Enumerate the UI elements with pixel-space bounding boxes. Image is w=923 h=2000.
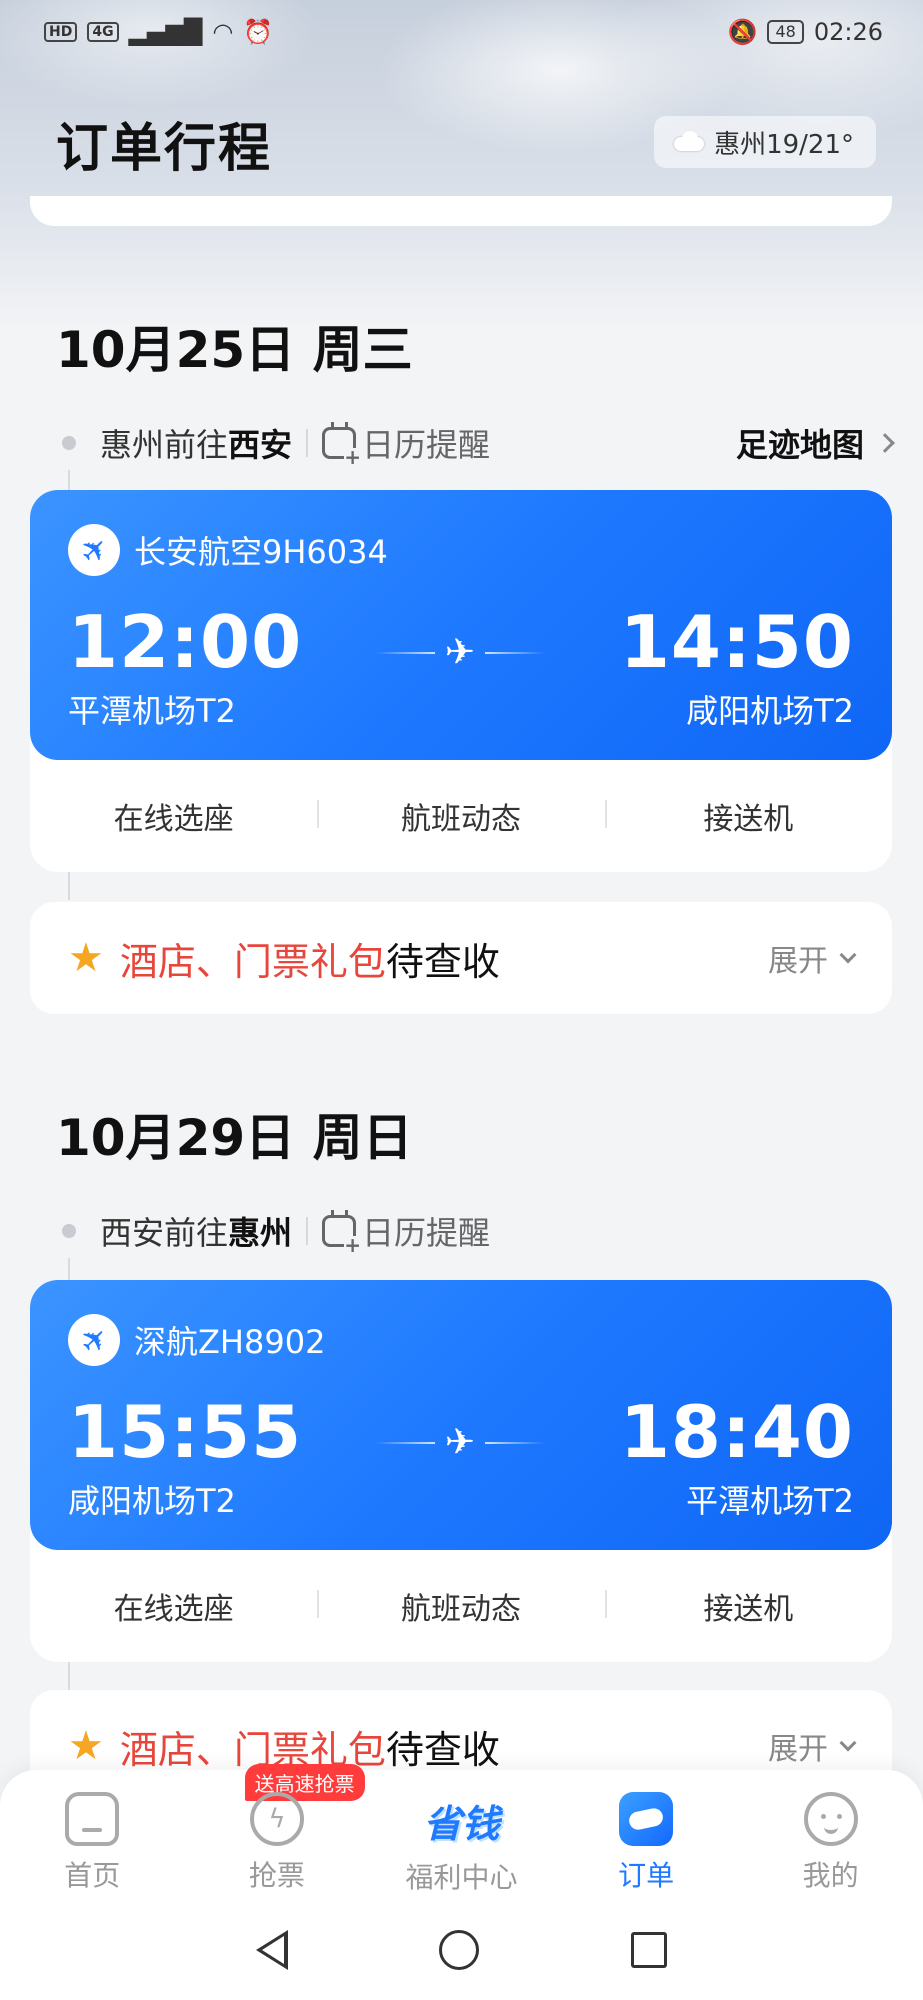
tab-grab-tickets[interactable]: 送高速抢票 ϟ 抢票 [185, 1764, 370, 1900]
online-seat-selection-button[interactable]: 在线选座 [30, 794, 317, 838]
flight-status-button[interactable]: 航班动态 [317, 1584, 604, 1628]
arrival-time: 14:50 [619, 600, 854, 684]
flight-path-icon: ✈ [360, 635, 560, 671]
face-icon [803, 1792, 858, 1846]
weather-text: 惠州19/21° [714, 129, 854, 160]
airline-flight-number: 深航ZH8902 [134, 1323, 326, 1361]
trip-route-row: 惠州前往西安 日历提醒 足迹地图 [56, 418, 895, 468]
flight-card[interactable]: ✈ 长安航空9H6034 12:00 ✈ 14:50 平潭机场T2 咸阳机场T2… [30, 490, 892, 872]
hd-indicator: HD [44, 22, 78, 42]
arrival-airport: 咸阳机场T2 [686, 692, 854, 730]
alarm-icon: ⏰ [243, 18, 274, 46]
status-bar: HD 4G ▂▄▆█ ◠ ⏰ 🔕 48 02:26 [0, 0, 923, 64]
airline-row: ✈ 长安航空9H6034 [68, 524, 388, 576]
flight-actions: 在线选座 航班动态 接送机 [30, 1550, 892, 1662]
tab-label: 抢票 [248, 1859, 305, 1892]
order-icon [619, 1792, 674, 1846]
plane-icon: ✈ [68, 1314, 120, 1366]
trip-route-row: 西安前往惠州 日历提醒 [56, 1206, 892, 1256]
back-icon[interactable] [255, 1930, 288, 1970]
promo-banner[interactable]: ★ 酒店、门票礼包待查收 展开 [30, 902, 892, 1014]
divider [306, 1217, 309, 1245]
footprint-map-link[interactable]: 足迹地图 [736, 420, 895, 466]
airline-row: ✈ 深航ZH8902 [68, 1314, 325, 1366]
calendar-icon[interactable] [322, 1210, 362, 1254]
calendar-reminder-button[interactable]: 日历提醒 [362, 1208, 490, 1254]
tab-welfare-center[interactable]: 省钱 福利中心 [369, 1770, 554, 1900]
chevron-down-icon [839, 946, 857, 964]
tab-orders[interactable]: 订单 [554, 1770, 739, 1900]
page-title: 订单行程 [56, 119, 273, 179]
tab-home[interactable]: 首页 [0, 1770, 185, 1900]
departure-time: 12:00 [68, 600, 303, 684]
home-icon [65, 1792, 120, 1846]
save-money-icon: 省钱 [423, 1801, 500, 1846]
airport-transfer-button[interactable]: 接送机 [604, 794, 892, 838]
flight-path-icon: ✈ [360, 1425, 560, 1461]
route-text: 西安前往惠州 [100, 1214, 293, 1252]
weather-widget[interactable]: 惠州19/21° [654, 116, 876, 168]
flight-actions: 在线选座 航班动态 接送机 [30, 760, 892, 872]
arrival-airport: 平潭机场T2 [686, 1482, 854, 1520]
page-header: 订单行程 惠州19/21° [48, 100, 876, 180]
tab-label: 我的 [802, 1859, 859, 1892]
trip-date: 10月29日 周日 [56, 1109, 413, 1167]
departure-time: 15:55 [68, 1390, 303, 1474]
signal-icon: ▂▄▆█ [128, 18, 203, 46]
route-text: 惠州前往西安 [100, 426, 293, 464]
calendar-icon[interactable] [322, 422, 362, 466]
mute-icon: 🔕 [727, 18, 758, 46]
lightning-icon: ϟ [249, 1792, 304, 1846]
timeline-dot [62, 436, 76, 450]
bottom-tab-bar: 首页 送高速抢票 ϟ 抢票 省钱 福利中心 订单 我的 [0, 1764, 923, 1900]
battery-indicator: 48 [767, 20, 804, 44]
network-indicator: 4G [87, 22, 119, 42]
flight-card[interactable]: ✈ 深航ZH8902 15:55 ✈ 18:40 咸阳机场T2 平潭机场T2 在… [30, 1280, 892, 1662]
tab-label: 订单 [618, 1859, 675, 1892]
expand-button[interactable]: 展开 [768, 936, 857, 980]
top-card-edge [30, 196, 892, 226]
plane-icon: ✈ [68, 524, 120, 576]
chevron-down-icon [839, 1734, 857, 1752]
flight-info[interactable]: ✈ 深航ZH8902 15:55 ✈ 18:40 咸阳机场T2 平潭机场T2 [30, 1280, 892, 1550]
departure-airport: 咸阳机场T2 [68, 1482, 236, 1520]
tab-label: 首页 [64, 1859, 121, 1892]
status-right: 🔕 48 02:26 [728, 18, 883, 46]
wifi-icon: ◠ [212, 18, 234, 46]
star-icon: ★ [68, 1723, 104, 1769]
home-circle-icon[interactable] [439, 1930, 480, 1970]
promo-text: 酒店、门票礼包待查收 [119, 939, 500, 984]
airline-flight-number: 长安航空9H6034 [134, 533, 388, 571]
flight-status-button[interactable]: 航班动态 [317, 794, 604, 838]
departure-airport: 平潭机场T2 [68, 692, 236, 730]
trip-date: 10月25日 周三 [56, 321, 413, 379]
tab-label: 福利中心 [405, 1861, 518, 1894]
expand-button[interactable]: 展开 [768, 1724, 857, 1768]
chevron-right-icon [875, 433, 895, 453]
arrival-time: 18:40 [619, 1390, 854, 1474]
clock: 02:26 [813, 18, 883, 46]
flight-info[interactable]: ✈ 长安航空9H6034 12:00 ✈ 14:50 平潭机场T2 咸阳机场T2 [30, 490, 892, 760]
divider [306, 429, 309, 457]
star-icon: ★ [68, 935, 104, 981]
recent-apps-icon[interactable] [631, 1932, 668, 1968]
calendar-reminder-button[interactable]: 日历提醒 [362, 420, 490, 466]
timeline-dot [62, 1224, 76, 1238]
cloud-icon [670, 131, 706, 153]
tab-mine[interactable]: 我的 [738, 1770, 923, 1900]
status-left: HD 4G ▂▄▆█ ◠ ⏰ [44, 18, 273, 46]
airport-transfer-button[interactable]: 接送机 [604, 1584, 892, 1628]
online-seat-selection-button[interactable]: 在线选座 [30, 1584, 317, 1628]
system-nav-bar [0, 1900, 923, 2000]
